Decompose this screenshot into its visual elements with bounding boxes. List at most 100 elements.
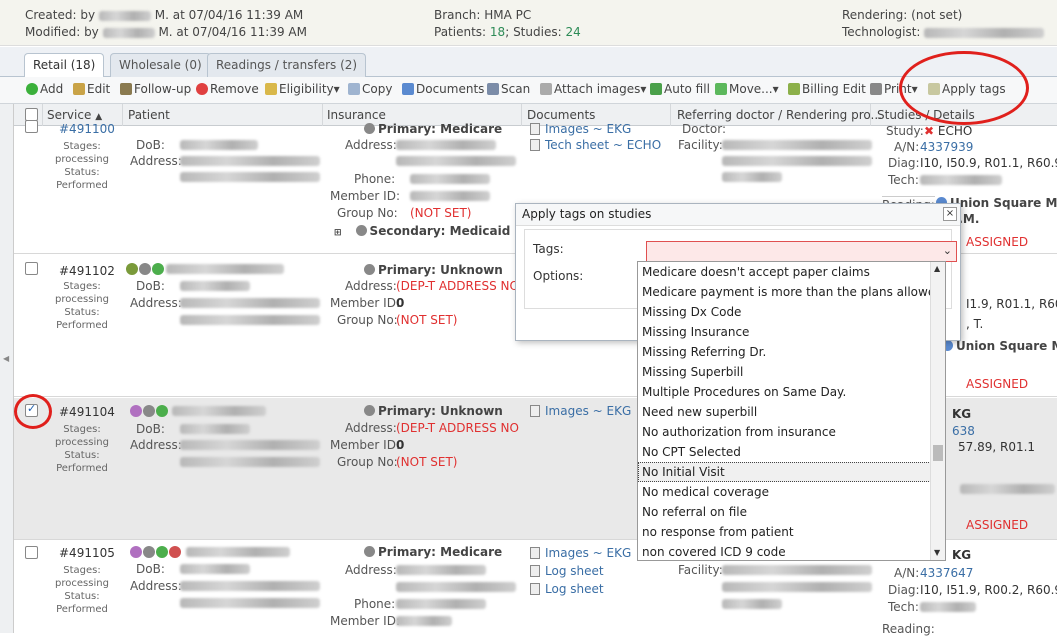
dropdown-option[interactable]: Need new superbill <box>638 402 945 422</box>
stage-status: Stages: processing Status: Performed <box>55 141 109 191</box>
dropdown-option[interactable]: No referral on file <box>638 502 945 522</box>
gender-icon <box>130 405 142 417</box>
edit-button[interactable]: Edit <box>73 82 110 96</box>
dropdown-option[interactable]: Medicare payment is more than the plans … <box>638 282 945 302</box>
add-button[interactable]: Add <box>26 82 63 96</box>
primary-insurance: Primary: Unknown <box>364 404 503 418</box>
auto-fill-icon <box>650 83 662 95</box>
redacted-name <box>98 10 151 21</box>
primary-insurance: Primary: Medicare <box>364 122 502 136</box>
tags-dropdown-list[interactable]: Medicare doesn't accept paper claims Medi… <box>637 261 946 561</box>
rendering-info: Rendering: (not set) <box>842 8 963 22</box>
column-patient[interactable]: Patient <box>128 108 170 122</box>
service-id[interactable]: #491100 <box>59 122 115 136</box>
remove-icon <box>196 83 208 95</box>
service-id[interactable]: #491104 <box>59 405 115 419</box>
redacted-patient-name <box>166 264 284 274</box>
document-link[interactable]: Images ~ EKG <box>530 404 631 418</box>
column-service[interactable]: Service ▲ <box>47 108 102 122</box>
dropdown-option[interactable]: non covered ICD 9 code <box>638 542 945 560</box>
column-insurance[interactable]: Insurance <box>327 108 386 122</box>
scan-button[interactable]: Scan <box>487 82 530 96</box>
stage-status: Stages: processing Status: Performed <box>55 281 109 331</box>
assigned-status: ASSIGNED <box>966 377 1029 391</box>
patients-studies-info: Patients: 18; Studies: 24 <box>434 25 581 39</box>
redacted-name <box>924 27 1045 38</box>
documents-button[interactable]: Documents <box>402 82 484 96</box>
gender-icon <box>126 263 138 275</box>
redacted-address <box>180 172 320 182</box>
column-referring-doctor[interactable]: Referring doctor / Rendering pro... <box>677 108 882 122</box>
dropdown-option[interactable]: Missing Insurance <box>638 322 945 342</box>
dropdown-option[interactable]: Multiple Procedures on Same Day. <box>638 382 945 402</box>
follow-up-button[interactable]: Follow-up <box>120 82 191 96</box>
copy-icon <box>348 83 360 95</box>
billing-edit-button[interactable]: Billing Edit <box>788 82 866 96</box>
tab-readings-transfers[interactable]: Readings / transfers (2) <box>207 53 367 77</box>
globe-icon <box>143 405 155 417</box>
redacted-patient-name <box>172 406 266 416</box>
dialog-title: Apply tags on studies <box>516 204 960 226</box>
left-collapse-strip[interactable]: ◀ <box>0 104 14 633</box>
scroll-up-icon[interactable]: ▲ <box>934 264 940 273</box>
status-r-icon <box>169 546 181 558</box>
stage-status: Stages: processing Status: Performed <box>55 424 109 474</box>
eligibility-icon <box>265 83 277 95</box>
row-checkbox[interactable] <box>25 120 38 133</box>
attach-images-button[interactable]: Attach images▾ <box>540 82 646 96</box>
secondary-insurance[interactable]: ⊞ Secondary: Medicaid <box>334 224 510 238</box>
assigned-status: ASSIGNED <box>966 518 1029 532</box>
tags-select[interactable]: ⌄ <box>646 241 957 262</box>
row-checkbox[interactable] <box>25 546 38 559</box>
dropdown-option[interactable]: no response from patient <box>638 522 945 542</box>
globe-icon <box>139 263 151 275</box>
redacted-patient-name <box>186 547 290 557</box>
dropdown-option[interactable]: No authorization from insurance <box>638 422 945 442</box>
document-link[interactable]: Images ~ EKG <box>530 122 631 136</box>
technologist-info: Technologist: <box>842 25 1045 39</box>
patient-icons <box>126 262 165 276</box>
document-link[interactable]: Tech sheet ~ ECHO <box>530 138 661 152</box>
scroll-down-icon[interactable]: ▼ <box>934 548 940 557</box>
service-id[interactable]: #491105 <box>59 546 115 560</box>
tags-label: Tags: <box>533 242 564 256</box>
eligibility-button[interactable]: Eligibility▾ <box>265 82 340 96</box>
document-link[interactable]: Log sheet <box>530 564 604 578</box>
move-button[interactable]: Move...▾ <box>715 82 779 96</box>
auto-fill-button[interactable]: Auto fill <box>650 82 710 96</box>
branch-info: Branch: HMA PC <box>434 8 532 22</box>
column-documents[interactable]: Documents <box>527 108 595 122</box>
dropdown-option[interactable]: Medicare doesn't accept paper claims <box>638 262 945 282</box>
accession-number[interactable]: 4337939 <box>920 140 973 154</box>
remove-button[interactable]: Remove <box>196 82 259 96</box>
stage-status: Stages: processing Status: Performed <box>55 565 109 615</box>
document-link[interactable]: Images ~ EKG <box>530 546 631 560</box>
documents-icon <box>402 83 414 95</box>
row-checkbox[interactable] <box>25 262 38 275</box>
dropdown-option[interactable]: No CPT Selected <box>638 442 945 462</box>
dropdown-scrollbar[interactable]: ▲ ▼ <box>930 262 945 560</box>
grid-header: Service ▲ Patient Insurance Documents Re… <box>0 104 1057 126</box>
move-arrow-icon <box>715 83 727 95</box>
tab-retail[interactable]: Retail (18) <box>24 53 105 78</box>
service-id[interactable]: #491102 <box>59 264 115 278</box>
add-icon <box>26 83 38 95</box>
printer-icon <box>870 83 882 95</box>
close-icon[interactable]: × <box>943 207 957 221</box>
dropdown-option[interactable]: Missing Superbill <box>638 362 945 382</box>
status-h-icon <box>156 405 168 417</box>
study-name: ✖ ECHO <box>924 124 973 138</box>
modified-info: Modified: by M. at 07/04/16 11:39 AM <box>25 25 307 39</box>
study-info-header: Created: by M. at 07/04/16 11:39 AM Modi… <box>0 0 1057 46</box>
billing-icon <box>788 83 800 95</box>
dropdown-option[interactable]: Missing Dx Code <box>638 302 945 322</box>
document-link[interactable]: Log sheet <box>530 582 604 596</box>
dropdown-option[interactable]: No medical coverage <box>638 482 945 502</box>
dropdown-option[interactable]: Missing Referring Dr. <box>638 342 945 362</box>
paperclip-icon <box>540 83 552 95</box>
tab-wholesale[interactable]: Wholesale (0) <box>110 53 211 77</box>
status-h-icon <box>156 546 168 558</box>
copy-button[interactable]: Copy <box>348 82 392 96</box>
scrollbar-thumb[interactable] <box>933 445 943 461</box>
dropdown-option[interactable]: No Initial Visit <box>638 462 945 482</box>
